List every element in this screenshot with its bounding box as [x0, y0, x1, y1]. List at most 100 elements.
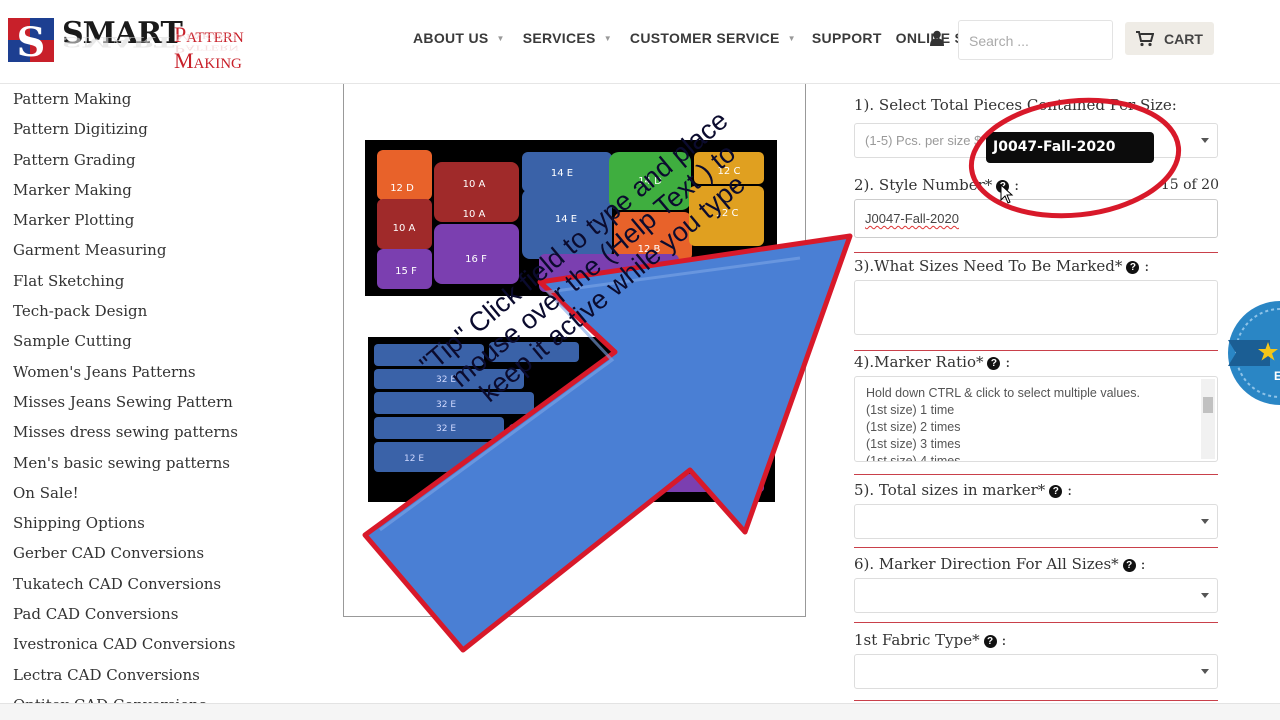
sidebar-item-marker-plotting[interactable]: Marker Plotting — [13, 209, 313, 239]
colon: : — [1001, 631, 1007, 649]
site-header: S SMART Pattern Making SMART Pattern Mak… — [0, 0, 1280, 84]
sidebar-item-misses-jeans[interactable]: Misses Jeans Sewing Pattern — [13, 391, 313, 421]
sizes-textarea[interactable] — [854, 280, 1218, 335]
main-nav: ABOUT US ▼ SERVICES ▼ CUSTOMER SERVICE ▼… — [413, 30, 1004, 46]
help-icon[interactable]: ? — [1122, 558, 1136, 572]
chevron-down-icon — [1201, 593, 1209, 598]
marker-label: 15 F — [395, 266, 417, 277]
separator — [854, 700, 1218, 701]
sidebar-item-misses-dress[interactable]: Misses dress sewing patterns — [13, 421, 313, 451]
scrollbar-thumb[interactable] — [1203, 397, 1213, 413]
field1-label: 1). Select Total Pieces Contained Per Si… — [854, 96, 1177, 114]
help-icon[interactable]: ? — [1049, 484, 1063, 498]
sidebar-item-tukatech[interactable]: Tukatech CAD Conversions — [13, 573, 313, 603]
field6-label: 6). Marker Direction For All Sizes*? : — [854, 555, 1146, 573]
cart-button[interactable]: CART — [1125, 22, 1214, 55]
sidebar-item-mens-basic[interactable]: Men's basic sewing patterns — [13, 452, 313, 482]
nav-services[interactable]: SERVICES ▼ — [523, 30, 612, 46]
separator — [854, 252, 1218, 253]
svg-text:S: S — [17, 19, 46, 66]
sidebar-item-investronica[interactable]: Ivestronica CAD Conversions — [13, 633, 313, 663]
select-value: (1-5) Pcs. per size $ — [865, 133, 982, 148]
sidebar-item-pattern-grading[interactable]: Pattern Grading — [13, 149, 313, 179]
marker-label: 10 A — [393, 223, 416, 234]
sidebar-nav: Pattern Making Pattern Digitizing Patter… — [13, 88, 313, 720]
sidebar-item-shipping[interactable]: Shipping Options — [13, 512, 313, 542]
style-number-input[interactable]: J0047-Fall-2020 — [854, 199, 1218, 238]
field3-label-text: 3).What Sizes Need To Be Marked* — [854, 257, 1123, 275]
sidebar-item-pad[interactable]: Pad CAD Conversions — [13, 603, 313, 633]
sidebar-item-marker-making[interactable]: Marker Making — [13, 179, 313, 209]
nav-customer-service[interactable]: CUSTOMER SERVICE ▼ — [630, 30, 796, 46]
colon: : — [1005, 353, 1011, 371]
sidebar-item-sample-cutting[interactable]: Sample Cutting — [13, 330, 313, 360]
nav-label: SERVICES — [522, 30, 596, 46]
nav-about-us[interactable]: ABOUT US ▼ — [413, 30, 505, 46]
char-counter: 15 of 20 — [1160, 177, 1219, 193]
marker-label: 16 F — [465, 254, 487, 265]
scrollbar[interactable] — [1201, 379, 1215, 459]
separator — [854, 547, 1218, 548]
separator — [854, 474, 1218, 475]
cart-icon — [1136, 30, 1155, 46]
nav-label: SUPPORT — [811, 30, 882, 46]
field6-label-text: 6). Marker Direction For All Sizes* — [854, 555, 1119, 573]
sidebar-item-garment-measuring[interactable]: Garment Measuring — [13, 239, 313, 269]
marker-ratio-listbox[interactable]: Hold down CTRL & click to select multipl… — [854, 376, 1218, 462]
chevron-down-icon — [1201, 138, 1209, 143]
logo-subtitle-reflection: Pattern Making — [174, 31, 239, 55]
separator — [854, 350, 1218, 351]
help-icon[interactable]: ? — [996, 179, 1010, 193]
search-input[interactable]: Search ... — [958, 20, 1113, 60]
help-icon[interactable]: ? — [1126, 260, 1140, 274]
nav-label: CUSTOMER SERVICE — [629, 30, 780, 46]
nav-support[interactable]: SUPPORT — [812, 30, 882, 46]
listbox-option[interactable]: (1st size) 1 time — [866, 402, 1206, 419]
user-icon[interactable] — [930, 30, 944, 46]
logo-reflection: SMART — [62, 33, 174, 51]
sidebar-item-pattern-digitizing[interactable]: Pattern Digitizing — [13, 118, 313, 148]
chevron-down-icon — [1201, 669, 1209, 674]
listbox-option[interactable]: (1st size) 3 times — [866, 436, 1206, 453]
listbox-option[interactable]: Hold down CTRL & click to select multipl… — [866, 385, 1206, 402]
field4-label-text: 4).Marker Ratio* — [854, 353, 984, 371]
sidebar-item-tech-pack-design[interactable]: Tech-pack Design — [13, 300, 313, 330]
colon: : — [1140, 555, 1146, 573]
help-tooltip: J0047-Fall-2020 — [986, 132, 1154, 163]
listbox-option[interactable]: (1st size) 2 times — [866, 419, 1206, 436]
marker-piece — [644, 474, 764, 492]
nav-label: ABOUT US — [413, 30, 489, 46]
field2-label: 2). Style Number*? : — [854, 176, 1019, 194]
field2-label-text: 2). Style Number* — [854, 176, 993, 194]
chevron-down-icon — [1201, 519, 1209, 524]
help-icon[interactable]: ? — [983, 634, 997, 648]
field1-label-text: 1). Select Total Pieces Contained Per Si… — [854, 96, 1177, 114]
award-badge-icon: E — [1228, 301, 1280, 405]
sidebar-item-pattern-making[interactable]: Pattern Making — [13, 88, 313, 118]
help-icon[interactable]: ? — [987, 356, 1001, 370]
fabric-type-select[interactable] — [854, 654, 1218, 689]
sidebar-item-lectra[interactable]: Lectra CAD Conversions — [13, 664, 313, 694]
marker-label: 12 D — [390, 183, 414, 194]
total-sizes-select[interactable] — [854, 504, 1218, 539]
bottom-bar — [0, 703, 1280, 720]
field7-label-text: 1st Fabric Type* — [854, 631, 980, 649]
marker-label: 10 A — [463, 209, 486, 220]
sidebar-item-womens-jeans[interactable]: Women's Jeans Patterns — [13, 361, 313, 391]
caret-down-icon: ▼ — [603, 33, 612, 43]
sidebar-item-flat-sketching[interactable]: Flat Sketching — [13, 270, 313, 300]
marker-label: 10 A — [463, 179, 486, 190]
field3-label: 3).What Sizes Need To Be Marked*? : — [854, 257, 1149, 275]
sidebar-item-on-sale[interactable]: On Sale! — [13, 482, 313, 512]
marker-piece — [509, 424, 609, 446]
marker-direction-select[interactable] — [854, 578, 1218, 613]
listbox-option[interactable]: (1st size) 4 times — [866, 453, 1206, 461]
sidebar-item-gerber[interactable]: Gerber CAD Conversions — [13, 542, 313, 572]
colon: : — [1014, 176, 1020, 194]
svg-text:E: E — [1274, 369, 1280, 383]
site-logo[interactable]: S SMART Pattern Making SMART Pattern Mak… — [8, 14, 298, 78]
caret-down-icon: ▼ — [787, 33, 796, 43]
field7-label: 1st Fabric Type*? : — [854, 631, 1006, 649]
logo-icon: S — [8, 18, 54, 66]
colon: : — [1144, 257, 1150, 275]
